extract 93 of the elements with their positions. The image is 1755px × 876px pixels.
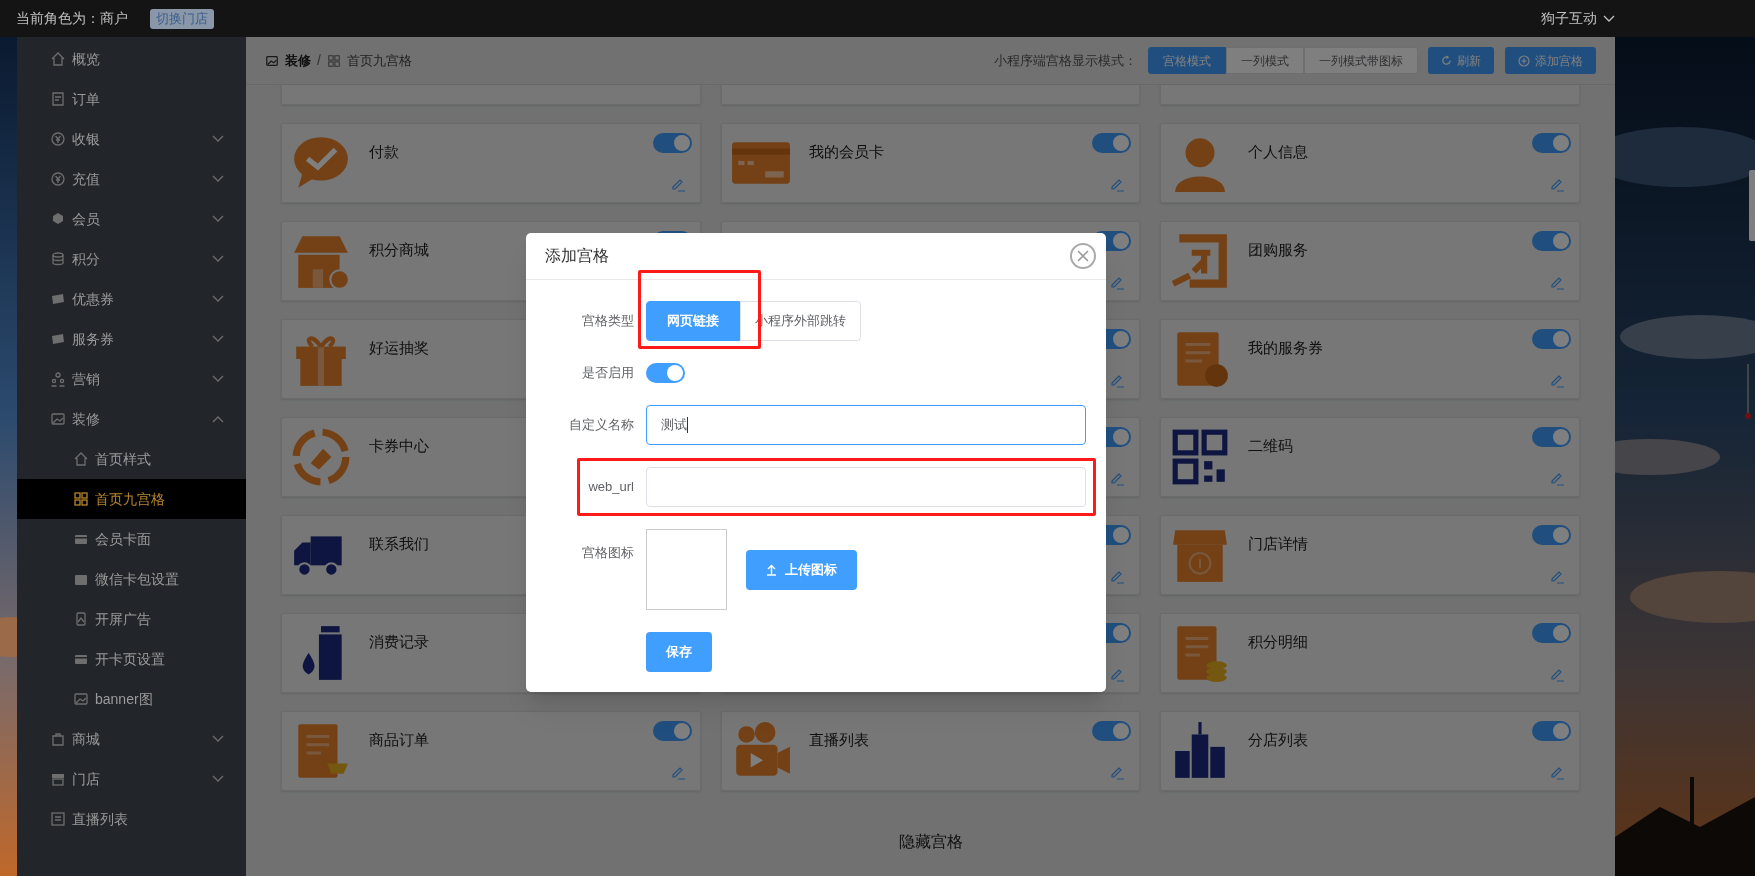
- tile-title: 积分商城: [369, 240, 429, 260]
- tile-title: 消费记录: [369, 632, 429, 652]
- text-field[interactable]: [646, 467, 1086, 507]
- sidebar-subitem[interactable]: 开卡页设置: [17, 639, 246, 679]
- sidebar-item[interactable]: 装修: [17, 399, 246, 439]
- tile-title: 积分明细: [1248, 632, 1309, 652]
- tile-title: 二维码: [1248, 436, 1294, 456]
- image-icon: [50, 411, 66, 427]
- tile-title: 我的服务券: [1248, 338, 1324, 358]
- breadcrumb-separator: /: [317, 51, 321, 70]
- toggle-switch[interactable]: [1532, 133, 1571, 153]
- chevron-down-icon: [1603, 14, 1615, 23]
- image-icon: [265, 53, 279, 68]
- tile-title: 直播列表: [808, 730, 869, 750]
- tile-title: 联系我们: [369, 534, 429, 554]
- tile-title: 卡券中心: [369, 436, 429, 456]
- plus-circle-icon: [1518, 54, 1530, 67]
- database-icon: [50, 251, 66, 267]
- home-icon: [73, 451, 89, 467]
- toggle-switch[interactable]: [1092, 721, 1132, 741]
- mode-tab[interactable]: 一列模式: [1226, 47, 1304, 74]
- close-icon: [1077, 250, 1089, 262]
- toggle-switch[interactable]: [652, 721, 692, 741]
- sidebar-item[interactable]: 服务券: [17, 319, 246, 359]
- sidebar-item[interactable]: 直播列表: [17, 799, 246, 839]
- sidebar-item[interactable]: 充值: [17, 159, 246, 199]
- coin-icon: [50, 131, 66, 147]
- sidebar-item[interactable]: 订单: [17, 79, 246, 119]
- toggle-switch[interactable]: [646, 363, 685, 383]
- dialog-title: 添加宫格: [545, 246, 609, 266]
- sidebar-item[interactable]: 积分: [17, 239, 246, 279]
- breadcrumb-current: 首页九宫格: [346, 51, 412, 70]
- refresh-icon: [1441, 55, 1452, 66]
- field-label: 宫格图标: [581, 544, 634, 562]
- mode-label: 小程序端宫格显示模式：: [994, 51, 1137, 70]
- list-icon: [50, 811, 66, 827]
- tile-title: 团购服务: [1248, 240, 1309, 260]
- mode-tab[interactable]: 一列模式带图标: [1304, 47, 1418, 74]
- sidebar-subitem[interactable]: 首页九宫格: [17, 479, 246, 519]
- sidebar-item[interactable]: 营销: [17, 359, 246, 399]
- toggle-switch[interactable]: [652, 133, 692, 153]
- text-field[interactable]: 测试: [646, 405, 1086, 445]
- phone-icon: [73, 611, 89, 627]
- tile-title: 个人信息: [1248, 142, 1309, 162]
- field-label: 是否启用: [581, 364, 634, 383]
- people-icon: [50, 371, 66, 387]
- sidebar-item[interactable]: 收银: [17, 119, 246, 159]
- sidebar-item[interactable]: 优惠券: [17, 279, 246, 319]
- toggle-switch[interactable]: [1092, 133, 1132, 153]
- sidebar-item[interactable]: 商城: [17, 719, 246, 759]
- tile-title: 我的会员卡: [808, 142, 884, 162]
- marker-drawing: [1745, 364, 1751, 420]
- image-icon: [73, 691, 89, 707]
- ring-icon: [290, 426, 352, 488]
- field-label: 宫格类型: [581, 312, 634, 331]
- coin-icon: [50, 171, 66, 187]
- field-label: web_url: [587, 478, 634, 497]
- toggle-switch[interactable]: [1532, 623, 1571, 643]
- sidebar-item[interactable]: 门店: [17, 759, 246, 799]
- tile-title: 商品订单: [369, 730, 429, 750]
- close-button[interactable]: [1070, 243, 1096, 269]
- breadcrumb-link[interactable]: 装修: [285, 50, 311, 71]
- toggle-switch[interactable]: [1532, 329, 1571, 349]
- ticket-icon: [50, 331, 66, 347]
- tile-title: 付款: [369, 142, 399, 162]
- sidebar-subitem[interactable]: 微信卡包设置: [17, 559, 246, 599]
- toggle-switch[interactable]: [1532, 721, 1571, 741]
- sidebar-item[interactable]: 会员: [17, 199, 246, 239]
- toggle-switch[interactable]: [1532, 231, 1571, 251]
- role-label: 当前角色为：商户: [16, 9, 128, 28]
- receipt-icon: [50, 91, 66, 107]
- home-icon: [50, 51, 66, 67]
- badge-icon: [50, 211, 66, 227]
- tile-title: 分店列表: [1248, 730, 1309, 750]
- toggle-switch[interactable]: [1532, 525, 1571, 545]
- field-label: 自定义名称: [568, 416, 634, 435]
- grid-icon: [326, 53, 341, 68]
- text-cursor: [687, 417, 688, 433]
- tile-title: 门店详情: [1248, 534, 1309, 554]
- tile-title: 好运抽奖: [369, 338, 429, 358]
- grid-icon: [73, 491, 89, 507]
- sidebar-subitem[interactable]: 开屏广告: [17, 599, 246, 639]
- ticket-icon: [50, 291, 66, 307]
- toggle-switch[interactable]: [1532, 427, 1571, 447]
- sidebar-subitem[interactable]: 首页样式: [17, 439, 246, 479]
- sidebar-subitem[interactable]: banner图: [17, 679, 246, 719]
- sidebar-subitem[interactable]: 会员卡面: [17, 519, 246, 559]
- bag-icon: [50, 731, 66, 747]
- store-icon: [50, 771, 66, 787]
- account-menu[interactable]: 狗子互动: [1541, 8, 1615, 29]
- upload-icon: [766, 563, 777, 576]
- section-title: 隐藏宫格: [897, 832, 964, 852]
- sidebar-item[interactable]: 概览: [17, 39, 246, 79]
